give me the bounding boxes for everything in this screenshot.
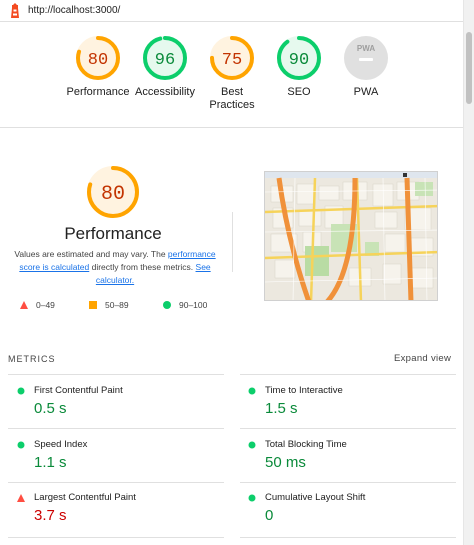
legend-range: 50–89 xyxy=(105,300,129,310)
metric-value: 0 xyxy=(265,507,274,524)
metric-value: 3.7 s xyxy=(34,507,67,524)
pass-circle-icon xyxy=(248,441,256,449)
metric-cumulative-layout-shift: Cumulative Layout Shift 0 xyxy=(248,492,458,524)
metric-label: First Contentful Paint xyxy=(34,385,123,396)
description-text: directly from these metrics. xyxy=(89,262,196,272)
gauge-best-practices[interactable]: 75 Best Practices xyxy=(197,34,267,112)
scrollbar[interactable] xyxy=(463,0,474,545)
gauge-pwa[interactable]: PWA PWA xyxy=(331,34,401,99)
score-gauge-ring: 75 xyxy=(210,36,254,80)
legend-range: 90–100 xyxy=(179,300,208,310)
scrollbar-thumb[interactable] xyxy=(466,32,472,104)
gauge-label: Best Practices xyxy=(197,86,267,112)
pwa-badge-text: PWA xyxy=(357,44,375,53)
metric-label: Time to Interactive xyxy=(265,385,343,396)
metric-time-to-interactive: Time to Interactive 1.5 s xyxy=(248,385,458,417)
metric-first-contentful-paint: First Contentful Paint 0.5 s xyxy=(17,385,227,417)
metric-largest-contentful-paint: Largest Contentful Paint 3.7 s xyxy=(17,492,227,524)
vertical-divider xyxy=(232,212,233,272)
gauge-score: 80 xyxy=(88,51,108,70)
pass-circle-icon xyxy=(17,441,25,449)
metric-total-blocking-time: Total Blocking Time 50 ms xyxy=(248,439,458,471)
metrics-divider xyxy=(8,482,224,483)
metric-label: Speed Index xyxy=(34,439,88,450)
lighthouse-icon xyxy=(11,3,19,18)
final-screenshot-thumbnail[interactable] xyxy=(264,171,438,301)
performance-score: 80 xyxy=(101,183,125,206)
metric-label: Cumulative Layout Shift xyxy=(265,492,366,503)
pass-circle-icon xyxy=(17,387,25,395)
description-text: Values are estimated and may vary. The xyxy=(14,249,168,259)
fail-triangle-icon xyxy=(17,494,25,502)
gauge-label-line: Best xyxy=(220,86,243,98)
gauge-score: 90 xyxy=(289,51,309,70)
performance-description: Values are estimated and may vary. The p… xyxy=(12,248,218,287)
gauge-score: 96 xyxy=(155,51,175,70)
triangle-icon xyxy=(20,301,28,309)
gauge-accessibility[interactable]: 96 Accessibility xyxy=(130,34,200,99)
pass-circle-icon xyxy=(248,387,256,395)
metric-label: Total Blocking Time xyxy=(265,439,347,450)
legend-fail: 0–49 xyxy=(20,300,55,310)
section-divider xyxy=(0,127,463,128)
gauge-label: SEO xyxy=(287,86,311,98)
gauge-label-line: Practices xyxy=(209,99,255,111)
circle-icon xyxy=(163,301,171,309)
metrics-divider xyxy=(8,537,224,538)
metrics-divider xyxy=(8,374,224,375)
metrics-divider xyxy=(240,374,456,375)
map-screenshot-image xyxy=(265,172,437,300)
metrics-heading: METRICS xyxy=(8,354,56,364)
metric-value: 1.1 s xyxy=(34,454,67,471)
gauge-label: PWA xyxy=(353,86,379,98)
pwa-badge-icon: PWA xyxy=(344,36,388,80)
expand-view-button[interactable]: Expand view xyxy=(394,353,451,364)
gauge-label: Performance xyxy=(66,86,130,98)
metrics-divider xyxy=(240,482,456,483)
url-bar: http://localhost:3000/ xyxy=(0,0,474,22)
page-url[interactable]: http://localhost:3000/ xyxy=(28,5,120,16)
metric-value: 1.5 s xyxy=(265,400,298,417)
metric-value: 0.5 s xyxy=(34,400,67,417)
legend-average: 50–89 xyxy=(89,300,129,310)
gauge-score: 75 xyxy=(222,51,242,70)
score-gauge-ring: 80 xyxy=(76,36,120,80)
metrics-divider xyxy=(8,428,224,429)
gauge-seo[interactable]: 90 SEO xyxy=(264,34,334,99)
metric-value: 50 ms xyxy=(265,454,306,471)
score-gauge-ring: 96 xyxy=(143,36,187,80)
score-gauge-ring: 90 xyxy=(277,36,321,80)
gauge-performance[interactable]: 80 Performance xyxy=(63,34,133,99)
legend-pass: 90–100 xyxy=(163,300,207,310)
performance-score-gauge: 80 xyxy=(87,166,139,218)
legend-range: 0–49 xyxy=(36,300,55,310)
pass-circle-icon xyxy=(248,494,256,502)
square-icon xyxy=(89,301,97,309)
performance-title: Performance xyxy=(64,224,162,243)
metric-label: Largest Contentful Paint xyxy=(34,492,136,503)
gauge-label: Accessibility xyxy=(135,86,195,98)
metrics-divider xyxy=(240,537,456,538)
metrics-divider xyxy=(240,428,456,429)
metric-speed-index: Speed Index 1.1 s xyxy=(17,439,227,471)
